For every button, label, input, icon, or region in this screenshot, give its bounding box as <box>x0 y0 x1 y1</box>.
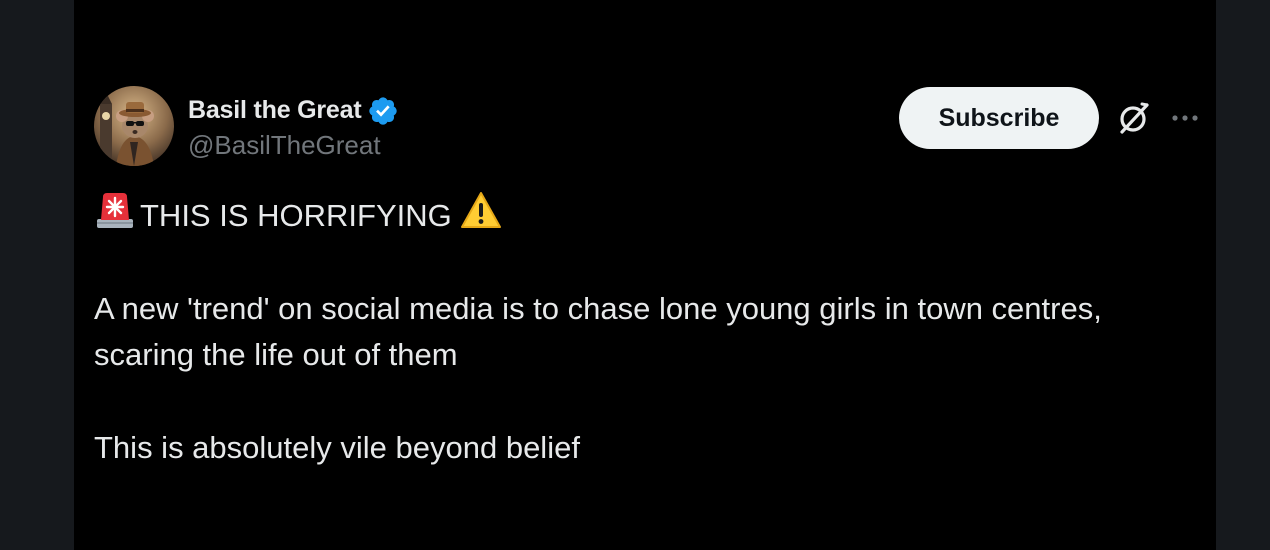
avatar[interactable] <box>94 86 174 166</box>
verified-badge-icon <box>367 95 399 127</box>
display-name[interactable]: Basil the Great <box>188 96 362 125</box>
more-options-icon[interactable] <box>1168 106 1202 130</box>
headline-line: THIS IS HORRIFYING <box>94 191 1174 239</box>
author-handle[interactable]: @BasilTheGreat <box>188 130 399 161</box>
tweet-header: Basil the Great @BasilTheGreat <box>94 86 399 166</box>
police-car-light-emoji-icon <box>94 189 140 244</box>
screen: Basil the Great @BasilTheGreat Subscribe <box>0 0 1270 550</box>
tweet-card: Basil the Great @BasilTheGreat Subscribe <box>74 0 1216 550</box>
right-gutter <box>1216 0 1270 550</box>
left-gutter <box>0 0 74 550</box>
grok-icon[interactable] <box>1116 100 1152 136</box>
subscribe-button[interactable]: Subscribe <box>899 87 1099 149</box>
warning-emoji-icon <box>452 190 502 243</box>
tweet-paragraph-2: This is absolutely vile beyond belief <box>94 430 580 465</box>
tweet-paragraph-1: A new 'trend' on social media is to chas… <box>94 291 1102 372</box>
headline-text: THIS IS HORRIFYING <box>140 198 452 233</box>
author-block: Basil the Great @BasilTheGreat <box>188 92 399 161</box>
tweet-text: THIS IS HORRIFYING A new 'trend' on soci… <box>94 191 1174 471</box>
display-name-row: Basil the Great <box>188 92 399 130</box>
